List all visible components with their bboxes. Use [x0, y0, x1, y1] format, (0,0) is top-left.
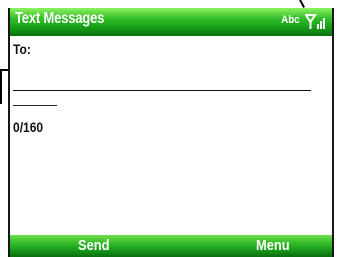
input-mode-indicator: Abc [281, 14, 300, 26]
send-softkey[interactable]: Send [78, 237, 110, 254]
screen-title: Text Messages [15, 10, 105, 27]
recipient-input[interactable] [13, 60, 311, 91]
phone-screen: Text Messages Abc To: 0/160 Send Menu [8, 8, 334, 257]
menu-softkey[interactable]: Menu [256, 237, 290, 254]
character-count: 0/160 [13, 119, 44, 135]
screenshot-canvas: Text Messages Abc To: 0/160 Send Menu [0, 0, 340, 257]
signal-strength-icon [305, 14, 325, 29]
message-editor: To: 0/160 [10, 36, 332, 235]
title-bar: Text Messages Abc [10, 8, 332, 36]
softkey-bar: Send Menu [10, 235, 332, 257]
callout-line-left-vertical [0, 69, 2, 104]
to-label: To: [13, 41, 31, 57]
message-body-input[interactable] [13, 97, 57, 106]
callout-line-top [299, 0, 305, 8]
